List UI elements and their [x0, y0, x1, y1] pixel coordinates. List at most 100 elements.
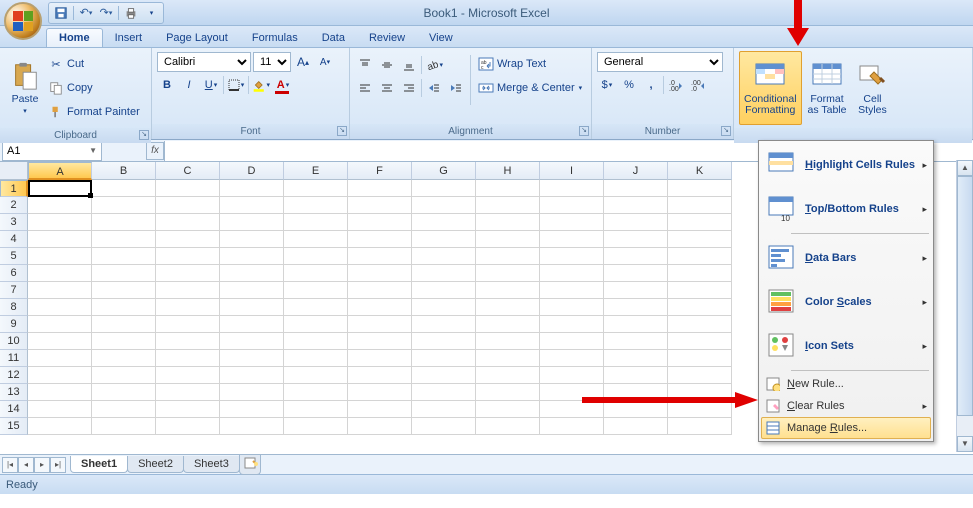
cf-menu-icon-sets[interactable]: Icon Sets▸: [761, 324, 931, 368]
cell[interactable]: [220, 265, 284, 282]
cell[interactable]: [220, 282, 284, 299]
col-header-B[interactable]: B: [92, 162, 156, 180]
cell[interactable]: [348, 401, 412, 418]
font-size[interactable]: 11: [253, 52, 291, 72]
increase-indent[interactable]: [446, 78, 466, 98]
cell[interactable]: [92, 231, 156, 248]
cell[interactable]: [668, 367, 732, 384]
cell[interactable]: [28, 384, 92, 401]
cell[interactable]: [668, 333, 732, 350]
font-name[interactable]: Calibri: [157, 52, 251, 72]
cell[interactable]: [156, 384, 220, 401]
border-button[interactable]: [226, 75, 246, 95]
cell[interactable]: [156, 367, 220, 384]
cell[interactable]: [92, 333, 156, 350]
cell[interactable]: [412, 333, 476, 350]
cell[interactable]: [284, 350, 348, 367]
cell[interactable]: [412, 384, 476, 401]
cell[interactable]: [476, 180, 540, 197]
row-header-15[interactable]: 15: [0, 418, 28, 435]
cf-menu-data-bars[interactable]: Data Bars▸: [761, 236, 931, 280]
col-header-K[interactable]: K: [668, 162, 732, 180]
col-header-A[interactable]: A: [28, 162, 92, 180]
percent-button[interactable]: %: [619, 75, 639, 95]
accounting-button[interactable]: $: [597, 75, 617, 95]
font-launcher[interactable]: ↘: [337, 126, 347, 136]
col-header-E[interactable]: E: [284, 162, 348, 180]
col-header-H[interactable]: H: [476, 162, 540, 180]
cell[interactable]: [156, 418, 220, 435]
col-header-D[interactable]: D: [220, 162, 284, 180]
cell[interactable]: [220, 401, 284, 418]
cell-styles-button[interactable]: Cell Styles: [852, 51, 892, 125]
sheet-nav-last[interactable]: ▸|: [50, 457, 66, 473]
cell[interactable]: [92, 384, 156, 401]
cell[interactable]: [92, 418, 156, 435]
cell[interactable]: [220, 333, 284, 350]
increase-decimal[interactable]: .0.00: [666, 75, 686, 95]
sheet-tab-2[interactable]: Sheet2: [127, 456, 184, 473]
grow-font[interactable]: A▴: [293, 52, 313, 72]
cell[interactable]: [220, 418, 284, 435]
row-header-7[interactable]: 7: [0, 282, 28, 299]
cell[interactable]: [540, 282, 604, 299]
cut-button[interactable]: ✂Cut: [45, 53, 143, 75]
cf-menu-manage-rules[interactable]: Manage Rules...: [761, 417, 931, 439]
cell[interactable]: [28, 401, 92, 418]
align-left[interactable]: [355, 78, 375, 98]
cell[interactable]: [284, 248, 348, 265]
tab-formulas[interactable]: Formulas: [240, 29, 310, 47]
format-as-table-button[interactable]: Format as Table: [804, 51, 851, 125]
cell[interactable]: [156, 401, 220, 418]
cell[interactable]: [604, 367, 668, 384]
col-header-J[interactable]: J: [604, 162, 668, 180]
cell[interactable]: [668, 231, 732, 248]
cell[interactable]: [28, 367, 92, 384]
sheet-nav-next[interactable]: ▸: [34, 457, 50, 473]
cell[interactable]: [668, 418, 732, 435]
cell[interactable]: [604, 197, 668, 214]
tab-insert[interactable]: Insert: [103, 29, 155, 47]
cell[interactable]: [540, 316, 604, 333]
cell[interactable]: [220, 316, 284, 333]
cell[interactable]: [156, 180, 220, 197]
row-header-8[interactable]: 8: [0, 299, 28, 316]
cell[interactable]: [604, 350, 668, 367]
qat-undo[interactable]: ↶▾: [78, 5, 94, 21]
wrap-text-button[interactable]: abcWrap Text: [475, 53, 585, 75]
cell[interactable]: [540, 197, 604, 214]
cell[interactable]: [156, 333, 220, 350]
cell[interactable]: [668, 299, 732, 316]
cell[interactable]: [540, 214, 604, 231]
row-header-3[interactable]: 3: [0, 214, 28, 231]
cell[interactable]: [540, 418, 604, 435]
cell[interactable]: [540, 231, 604, 248]
row-header-6[interactable]: 6: [0, 265, 28, 282]
cell[interactable]: [92, 180, 156, 197]
align-center[interactable]: [377, 78, 397, 98]
row-header-13[interactable]: 13: [0, 384, 28, 401]
cell[interactable]: [412, 367, 476, 384]
row-header-11[interactable]: 11: [0, 350, 28, 367]
cell[interactable]: [348, 197, 412, 214]
cell[interactable]: [348, 316, 412, 333]
tab-review[interactable]: Review: [357, 29, 417, 47]
qat-redo[interactable]: ↷▾: [98, 5, 114, 21]
cell[interactable]: [604, 180, 668, 197]
col-header-C[interactable]: C: [156, 162, 220, 180]
cell[interactable]: [476, 350, 540, 367]
cell[interactable]: [604, 333, 668, 350]
cell[interactable]: [412, 282, 476, 299]
cell[interactable]: [28, 231, 92, 248]
cell[interactable]: [348, 299, 412, 316]
cell[interactable]: [412, 214, 476, 231]
align-right[interactable]: [399, 78, 419, 98]
cell[interactable]: [92, 282, 156, 299]
cell[interactable]: [412, 197, 476, 214]
cell[interactable]: [476, 316, 540, 333]
conditional-formatting-button[interactable]: Conditional Formatting: [739, 51, 802, 125]
cell[interactable]: [28, 299, 92, 316]
cell[interactable]: [668, 248, 732, 265]
cell[interactable]: [476, 367, 540, 384]
cell[interactable]: [668, 316, 732, 333]
